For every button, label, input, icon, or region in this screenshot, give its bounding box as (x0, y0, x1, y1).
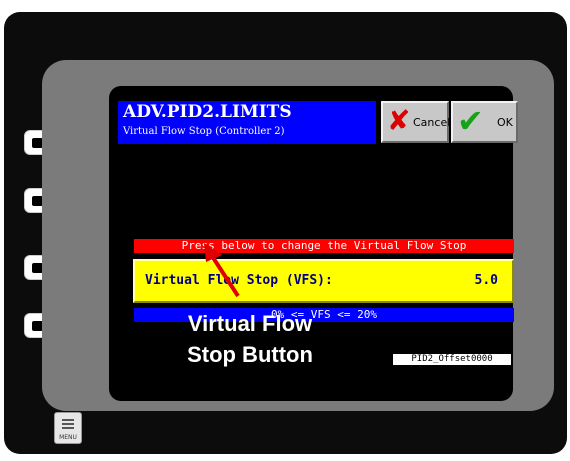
screen-header: ADV.PID2.LIMITS Virtual Flow Stop (Contr… (118, 101, 376, 144)
annotation-label: Virtual Flow Stop Button (150, 308, 350, 370)
screen-subtitle: Virtual Flow Stop (Controller 2) (123, 126, 285, 137)
menu-button-label: MENU (59, 434, 77, 441)
cancel-button-label: Cancel (413, 116, 451, 129)
annotation-line-2: Stop Button (187, 342, 313, 367)
screen-title: ADV.PID2.LIMITS (123, 102, 292, 122)
menu-icon (62, 419, 74, 429)
vfs-value: 5.0 (474, 273, 498, 288)
ok-button-label: OK (497, 116, 513, 129)
device-housing: MENU ADV.PID2.LIMITS Virtual Flow Stop (… (4, 12, 567, 454)
cancel-button[interactable]: ✘ Cancel (381, 101, 451, 143)
annotation-line-1: Virtual Flow (187, 311, 313, 336)
ok-button[interactable]: ✔ OK (451, 101, 518, 143)
virtual-flow-stop-button[interactable]: Virtual Flow Stop (VFS): 5.0 (133, 259, 514, 303)
vfs-label: Virtual Flow Stop (VFS): (145, 273, 333, 288)
instruction-banner: Press below to change the Virtual Flow S… (134, 239, 514, 253)
checkmark-icon: ✔ (457, 102, 484, 140)
x-icon: ✘ (387, 104, 411, 137)
offset-tag: PID2_Offset0000 (393, 354, 511, 365)
menu-button[interactable]: MENU (54, 412, 82, 444)
